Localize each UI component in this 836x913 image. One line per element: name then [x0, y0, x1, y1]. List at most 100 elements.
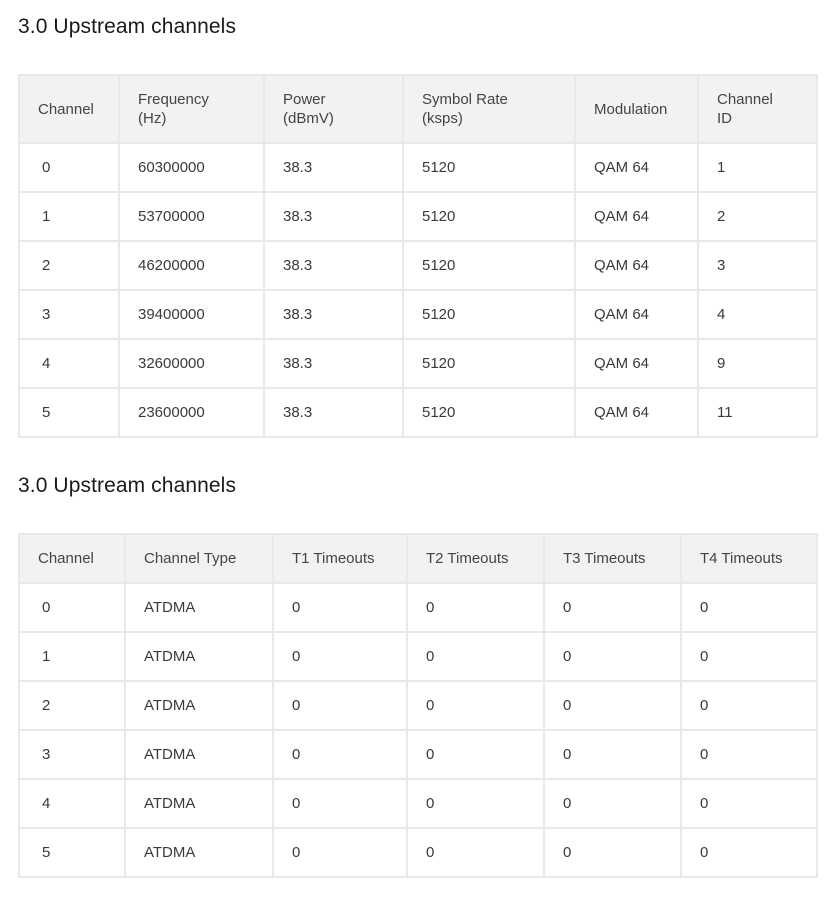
column-header-channel-type: Channel Type [124, 533, 274, 584]
cell-channel-type: ATDMA [124, 729, 274, 780]
table-row: 5 ATDMA 0 0 0 0 [18, 827, 818, 878]
cell-frequency-hz: 23600000 [118, 387, 265, 438]
column-header-channel-id: Channel ID [697, 74, 818, 144]
cell-t1-timeouts: 0 [272, 582, 408, 633]
cell-t2-timeouts: 0 [406, 729, 545, 780]
cell-channel-id: 2 [697, 191, 818, 242]
cell-t2-timeouts: 0 [406, 827, 545, 878]
cell-symbol-rate-ksps: 5120 [402, 387, 576, 438]
cell-channel: 5 [18, 387, 120, 438]
upstream-timeouts-title: 3.0 Upstream channels [18, 474, 237, 497]
table-row: 0 ATDMA 0 0 0 0 [18, 582, 818, 633]
cell-modulation: QAM 64 [574, 191, 699, 242]
column-header-line: T3 Timeouts [563, 550, 646, 567]
column-header-line: T1 Timeouts [292, 550, 375, 567]
cell-t1-timeouts: 0 [272, 631, 408, 682]
cell-channel: 3 [18, 729, 126, 780]
column-header-line: Frequency [138, 91, 209, 108]
column-header-symbol-rate-ksps: Symbol Rate (ksps) [402, 74, 576, 144]
table-row: 3 ATDMA 0 0 0 0 [18, 729, 818, 780]
cell-channel-type: ATDMA [124, 827, 274, 878]
cell-symbol-rate-ksps: 5120 [402, 142, 576, 193]
cell-channel-type: ATDMA [124, 582, 274, 633]
upstream-timeouts-table: Channel Channel Type T1 Timeouts T2 Timeout… [18, 533, 818, 878]
table-row: 3 39400000 38.3 5120 QAM 64 4 [18, 289, 818, 340]
column-header-line: Power [283, 91, 326, 108]
cell-channel-id: 1 [697, 142, 818, 193]
column-header-line: (dBmV) [283, 110, 334, 127]
cell-frequency-hz: 32600000 [118, 338, 265, 389]
cell-frequency-hz: 60300000 [118, 142, 265, 193]
column-header-line: (ksps) [422, 110, 463, 127]
column-header-t3-timeouts: T3 Timeouts [543, 533, 682, 584]
column-header-line: Symbol Rate [422, 91, 508, 108]
cell-t4-timeouts: 0 [680, 778, 818, 829]
cell-channel-type: ATDMA [124, 680, 274, 731]
cell-channel: 2 [18, 680, 126, 731]
cell-symbol-rate-ksps: 5120 [402, 338, 576, 389]
cell-t3-timeouts: 0 [543, 778, 682, 829]
cell-channel-id: 9 [697, 338, 818, 389]
cell-channel: 2 [18, 240, 120, 291]
cell-frequency-hz: 46200000 [118, 240, 265, 291]
cell-t4-timeouts: 0 [680, 631, 818, 682]
cell-power-dbmv: 38.3 [263, 142, 404, 193]
table-row: 2 46200000 38.3 5120 QAM 64 3 [18, 240, 818, 291]
column-header-t4-timeouts: T4 Timeouts [680, 533, 818, 584]
cell-frequency-hz: 53700000 [118, 191, 265, 242]
table-header-row: Channel Frequency (Hz) Power (dBmV) Symbol Ra… [18, 74, 818, 144]
column-header-line: Modulation [594, 100, 668, 118]
cell-channel-id: 4 [697, 289, 818, 340]
cell-power-dbmv: 38.3 [263, 289, 404, 340]
cell-t1-timeouts: 0 [272, 827, 408, 878]
cell-t4-timeouts: 0 [680, 729, 818, 780]
cell-modulation: QAM 64 [574, 289, 699, 340]
cell-channel: 4 [18, 338, 120, 389]
column-header-line: T2 Timeouts [426, 550, 509, 567]
cell-modulation: QAM 64 [574, 338, 699, 389]
table-header-row: Channel Channel Type T1 Timeouts T2 Timeout… [18, 533, 818, 584]
cell-t3-timeouts: 0 [543, 582, 682, 633]
cell-channel: 0 [18, 142, 120, 193]
cell-power-dbmv: 38.3 [263, 240, 404, 291]
column-header-line: Channel [717, 91, 773, 108]
table-row: 1 53700000 38.3 5120 QAM 64 2 [18, 191, 818, 242]
cell-t4-timeouts: 0 [680, 582, 818, 633]
table-row: 4 32600000 38.3 5120 QAM 64 9 [18, 338, 818, 389]
cell-channel-type: ATDMA [124, 778, 274, 829]
cell-modulation: QAM 64 [574, 387, 699, 438]
cell-channel: 1 [18, 191, 120, 242]
cell-power-dbmv: 38.3 [263, 387, 404, 438]
column-header-power-dbmv: Power (dBmV) [263, 74, 404, 144]
upstream-channels-table: Channel Frequency (Hz) Power (dBmV) Symbol Ra… [18, 74, 818, 438]
cell-channel: 5 [18, 827, 126, 878]
cell-modulation: QAM 64 [574, 240, 699, 291]
cell-t3-timeouts: 0 [543, 729, 682, 780]
cell-t4-timeouts: 0 [680, 827, 818, 878]
cell-channel: 3 [18, 289, 120, 340]
cell-channel: 0 [18, 582, 126, 633]
cell-t3-timeouts: 0 [543, 827, 682, 878]
column-header-line: Channel [38, 550, 94, 567]
column-header-line: Channel Type [144, 550, 237, 567]
column-header-line: (Hz) [138, 110, 167, 127]
column-header-line: Channel [38, 100, 94, 118]
cell-t1-timeouts: 0 [272, 729, 408, 780]
cell-channel-type: ATDMA [124, 631, 274, 682]
cell-channel: 4 [18, 778, 126, 829]
cell-t2-timeouts: 0 [406, 778, 545, 829]
column-header-modulation: Modulation [574, 74, 699, 144]
cell-t2-timeouts: 0 [406, 582, 545, 633]
table-row: 4 ATDMA 0 0 0 0 [18, 778, 818, 829]
column-header-t2-timeouts: T2 Timeouts [406, 533, 545, 584]
table-row: 0 60300000 38.3 5120 QAM 64 1 [18, 142, 818, 193]
column-header-channel: Channel [18, 74, 120, 144]
cell-t3-timeouts: 0 [543, 631, 682, 682]
cell-channel-id: 3 [697, 240, 818, 291]
column-header-channel: Channel [18, 533, 126, 584]
cell-frequency-hz: 39400000 [118, 289, 265, 340]
cell-symbol-rate-ksps: 5120 [402, 289, 576, 340]
cell-symbol-rate-ksps: 5120 [402, 191, 576, 242]
table-row: 1 ATDMA 0 0 0 0 [18, 631, 818, 682]
cell-t3-timeouts: 0 [543, 680, 682, 731]
